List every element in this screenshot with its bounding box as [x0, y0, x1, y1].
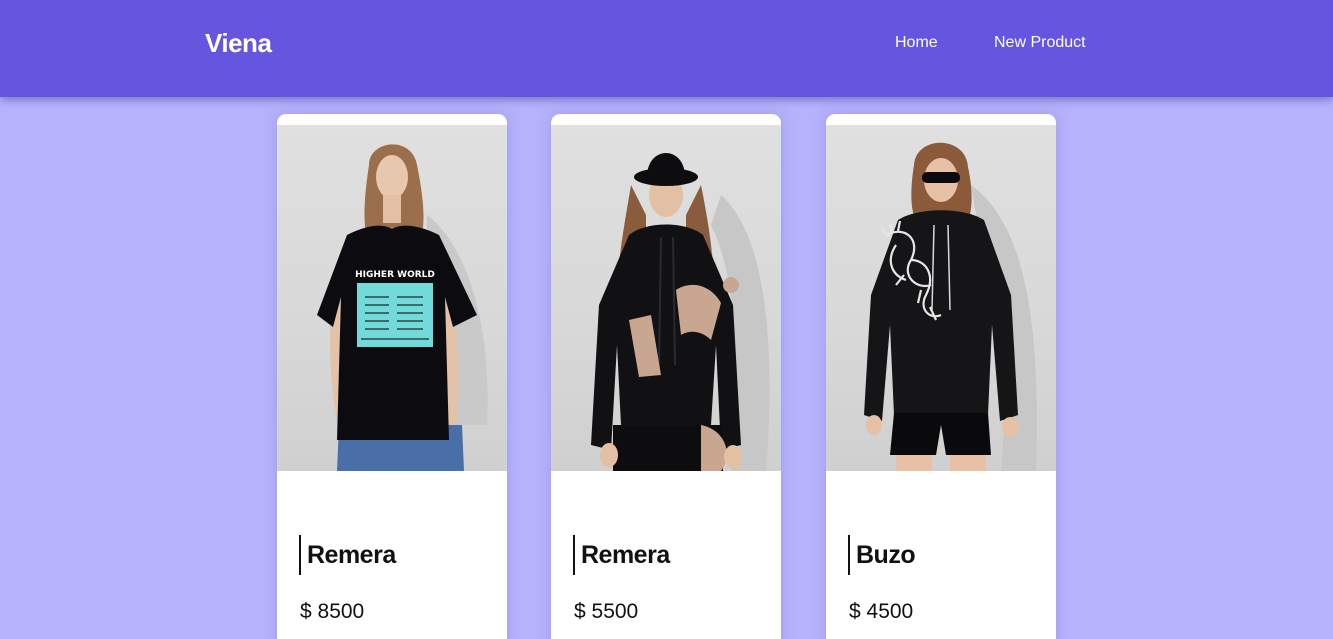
product-card[interactable]: HIGHER WORLD Remera $ 8500	[277, 114, 507, 639]
product-title: Remera	[581, 541, 670, 569]
product-price: $ 8500	[300, 600, 365, 623]
product-image[interactable]	[551, 125, 781, 471]
product-title-wrap: Remera	[573, 535, 670, 575]
brand-logo[interactable]: Viena	[205, 28, 272, 59]
product-image[interactable]	[826, 125, 1056, 471]
product-title: Remera	[307, 541, 396, 569]
product-title-wrap: Buzo	[848, 535, 916, 575]
product-title: Buzo	[856, 541, 916, 569]
product-card[interactable]: Remera $ 5500	[551, 114, 781, 639]
product-price: $ 5500	[574, 600, 639, 623]
product-image[interactable]: HIGHER WORLD	[277, 125, 507, 471]
nav-link-home[interactable]: Home	[895, 34, 938, 52]
product-title-wrap: Remera	[299, 535, 396, 575]
nav-link-new-product[interactable]: New Product	[994, 34, 1086, 52]
product-card[interactable]: Buzo $ 4500	[826, 114, 1056, 639]
navbar: Viena Home New Product	[0, 0, 1333, 97]
tshirt-print-text: HIGHER WORLD	[355, 270, 435, 280]
product-price: $ 4500	[849, 600, 914, 623]
